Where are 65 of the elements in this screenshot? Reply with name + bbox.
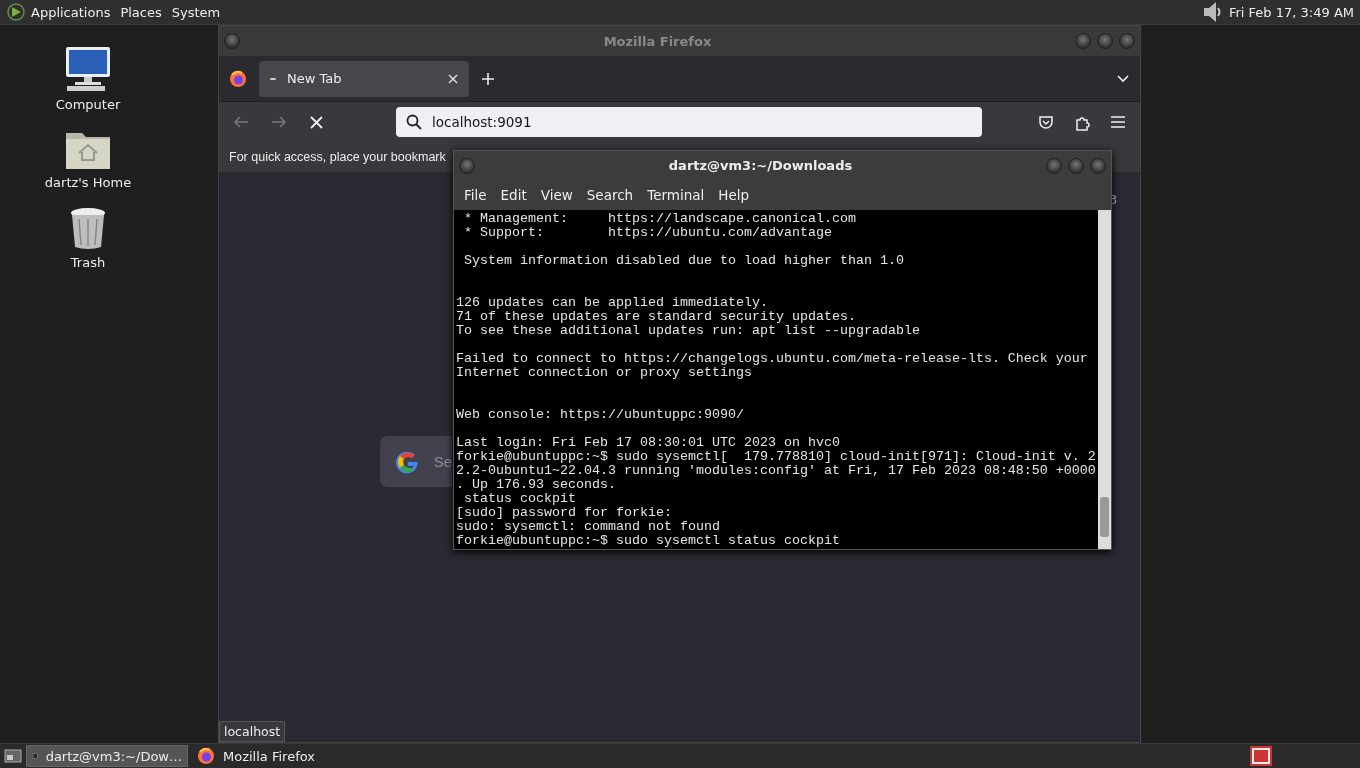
menu-icon[interactable] bbox=[1110, 114, 1126, 130]
desktop-icon-label[interactable]: Computer bbox=[55, 97, 121, 112]
address-field[interactable]: localhost:9091 bbox=[396, 107, 982, 137]
menu-item[interactable]: Terminal bbox=[640, 187, 712, 203]
plus-icon[interactable] bbox=[481, 71, 495, 86]
workspace-icon[interactable] bbox=[1250, 746, 1272, 766]
google-icon bbox=[396, 449, 420, 474]
window-menu-button[interactable] bbox=[224, 33, 240, 49]
computer-icon[interactable] bbox=[63, 45, 113, 93]
window-button[interactable] bbox=[1075, 33, 1091, 49]
terminal-line: . Up 176.93 seconds. bbox=[456, 478, 617, 492]
terminal-line: forkie@ubuntuppc:~$ sudo sysemctl[ 179.778810] cloud-init[971]: Cloud-init v. 2 bbox=[456, 450, 1097, 464]
window-button[interactable] bbox=[1068, 157, 1084, 174]
panel-menu[interactable]: Places bbox=[115, 2, 167, 22]
terminal-line: 71 of these updates are standard security updates. bbox=[456, 310, 857, 324]
panel-menu[interactable]: System bbox=[166, 2, 226, 22]
firefox-icon[interactable] bbox=[229, 69, 247, 88]
bookmarks-hint: For quick access, place your bookmark bbox=[229, 150, 446, 164]
taskbar-button[interactable]: dartz@vm3:~/Dow… bbox=[26, 745, 188, 767]
show-desktop-icon[interactable] bbox=[4, 747, 22, 765]
menu-item[interactable]: View bbox=[533, 187, 580, 203]
window-title: dartz@vm3:~/Downloads bbox=[667, 158, 854, 173]
desktop-icon-label[interactable]: Trash bbox=[70, 255, 106, 270]
terminal-line: 2.2-0ubuntu1~22.04.3 running 'modules:config' at Fri, 17 Feb 2023 08:48:50 +0000 bbox=[456, 464, 1097, 478]
back-icon[interactable] bbox=[233, 114, 249, 130]
menu-item[interactable]: Search bbox=[579, 187, 641, 203]
terminal-line: To see these additional updates run: apt list --upgradable bbox=[456, 324, 921, 338]
chevron-icon[interactable] bbox=[1116, 74, 1130, 83]
menu-item[interactable]: Help bbox=[711, 187, 757, 203]
menu-item[interactable]: File bbox=[457, 187, 494, 203]
terminal-line: Web console: https://ubuntuppc:9090/ bbox=[456, 408, 745, 422]
terminal-line: Internet connection or proxy settings bbox=[456, 366, 753, 380]
terminal-line: status cockpit bbox=[463, 492, 577, 506]
menu-item[interactable]: Edit bbox=[493, 187, 534, 203]
clock[interactable]: Fri Feb 17, 3:49 AM bbox=[1223, 4, 1354, 20]
window-button[interactable] bbox=[1119, 33, 1135, 49]
terminal-line: Failed to connect to https://changelogs.ubuntu.com/meta-release-lts. Check your bbox=[456, 352, 1089, 366]
forward-icon[interactable] bbox=[271, 114, 287, 130]
close-icon[interactable] bbox=[447, 72, 459, 85]
panel-menu[interactable]: Applications bbox=[26, 2, 116, 22]
terminal-line: [sudo] password for forkie: bbox=[456, 506, 673, 520]
terminal-line: * Management: https://landscape.canonical.com bbox=[463, 212, 857, 226]
pocket-icon[interactable] bbox=[1038, 114, 1054, 130]
volume-icon[interactable] bbox=[1201, 0, 1223, 24]
scrollbar[interactable] bbox=[1098, 210, 1111, 549]
trash-icon[interactable] bbox=[68, 205, 108, 251]
search-icon bbox=[406, 114, 422, 130]
terminal-line: System information disabled due to load higher than 1.0 bbox=[463, 254, 905, 268]
window-button[interactable] bbox=[1097, 33, 1113, 49]
browser-tab[interactable]: New Tab bbox=[259, 60, 469, 97]
firefox-icon bbox=[197, 747, 215, 765]
terminal-line: Last login: Fri Feb 17 08:30:01 UTC 2023 on hvc0 bbox=[456, 436, 841, 450]
taskbar-button[interactable]: Mozilla Firefox bbox=[192, 745, 354, 767]
window-button[interactable] bbox=[1046, 157, 1062, 174]
main-menu-icon[interactable] bbox=[6, 2, 26, 22]
terminal-line: sudo: sysemctl: command not found bbox=[456, 520, 721, 534]
window-title: Mozilla Firefox bbox=[602, 33, 713, 49]
window-menu-button[interactable] bbox=[459, 157, 475, 174]
terminal-line: 126 updates can be applied immediately. bbox=[456, 296, 769, 310]
terminal-line: * Support: https://ubuntu.com/advantage bbox=[463, 226, 833, 240]
status-text: localhost bbox=[219, 721, 286, 742]
terminal-line: forkie@ubuntuppc:~$ sudo sysemctl status cockpit bbox=[456, 534, 841, 548]
window-button[interactable] bbox=[1090, 157, 1106, 174]
stop-icon[interactable] bbox=[309, 114, 324, 130]
desktop-icon-label[interactable]: dartz's Home bbox=[44, 175, 132, 190]
